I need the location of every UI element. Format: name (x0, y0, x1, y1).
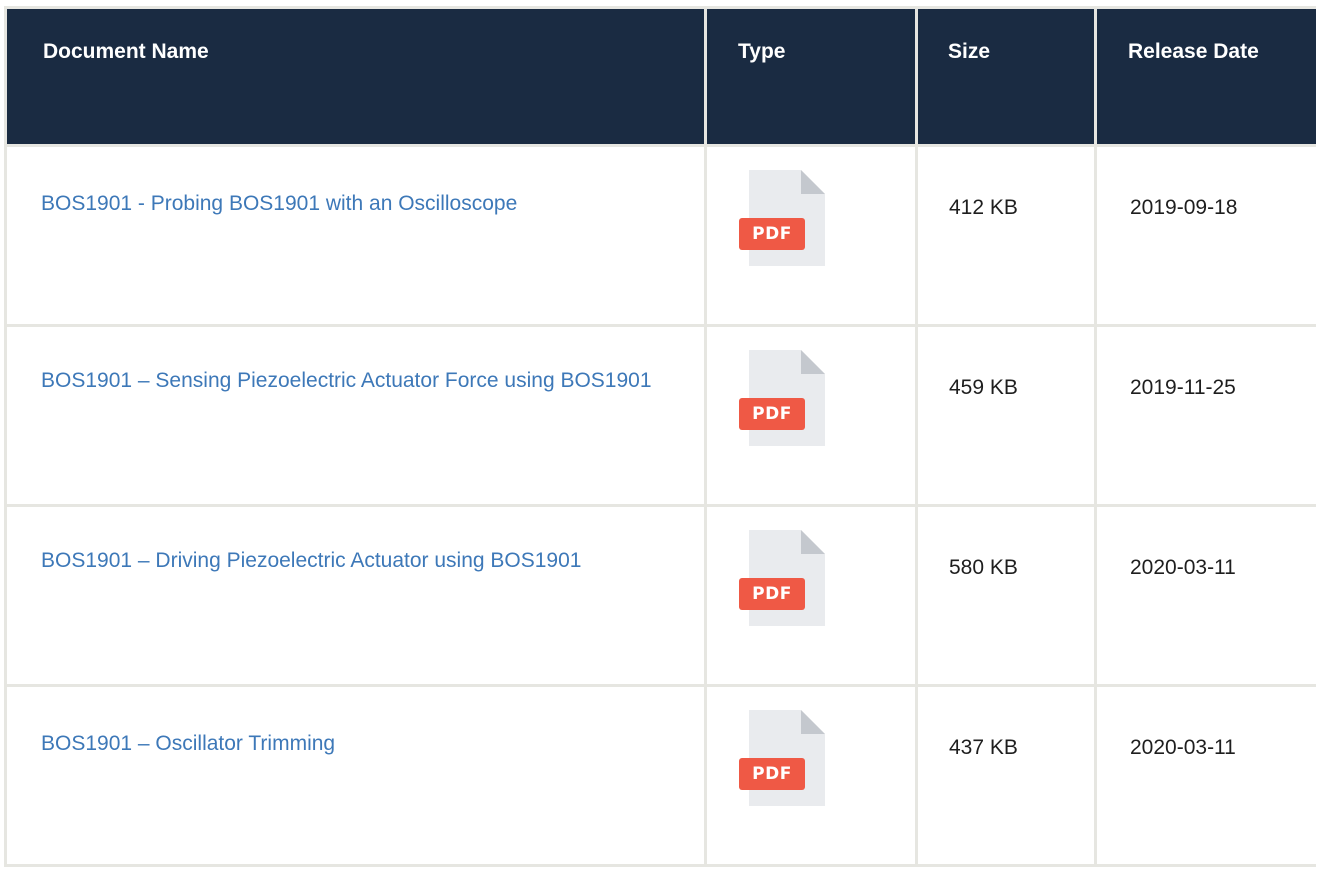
header-row: Document Name Type Size Release Date (4, 6, 1316, 147)
pdf-file-icon[interactable]: PDF (735, 530, 825, 626)
cell-size: 412 KB (915, 144, 1097, 327)
documents-table-container: Document Name Type Size Release Date BOS… (4, 6, 1316, 892)
pdf-badge: PDF (739, 758, 805, 790)
table-row: BOS1901 - Probing BOS1901 with an Oscill… (4, 144, 1316, 327)
column-header-release-date: Release Date (1094, 6, 1316, 147)
table-row: BOS1901 – Driving Piezoelectric Actuator… (4, 504, 1316, 687)
cell-document-name: BOS1901 – Oscillator Trimming (4, 684, 707, 867)
cell-size: 580 KB (915, 504, 1097, 687)
cell-document-name: BOS1901 – Driving Piezoelectric Actuator… (4, 504, 707, 687)
cell-document-name: BOS1901 - Probing BOS1901 with an Oscill… (4, 144, 707, 327)
cell-release-date: 2019-11-25 (1094, 324, 1316, 507)
pdf-file-icon[interactable]: PDF (735, 350, 825, 446)
cell-size: 437 KB (915, 684, 1097, 867)
cell-type: PDF (704, 144, 918, 327)
column-header-type: Type (704, 6, 918, 147)
pdf-badge: PDF (739, 578, 805, 610)
cell-release-date: 2020-03-11 (1094, 504, 1316, 687)
table-row: BOS1901 – Sensing Piezoelectric Actuator… (4, 324, 1316, 507)
document-link[interactable]: BOS1901 – Sensing Piezoelectric Actuator… (41, 361, 664, 400)
pdf-badge: PDF (739, 218, 805, 250)
cell-size: 459 KB (915, 324, 1097, 507)
column-header-document-name: Document Name (4, 6, 707, 147)
cell-type: PDF (704, 324, 918, 507)
pdf-file-icon[interactable]: PDF (735, 710, 825, 806)
column-header-size: Size (915, 6, 1097, 147)
table-body: BOS1901 - Probing BOS1901 with an Oscill… (4, 144, 1316, 867)
documents-table: Document Name Type Size Release Date BOS… (4, 6, 1316, 867)
table-row: BOS1901 – Oscillator Trimming PDF 437 KB… (4, 684, 1316, 867)
document-link[interactable]: BOS1901 – Driving Piezoelectric Actuator… (41, 541, 664, 580)
document-link[interactable]: BOS1901 - Probing BOS1901 with an Oscill… (41, 184, 664, 223)
cell-type: PDF (704, 504, 918, 687)
pdf-file-icon[interactable]: PDF (735, 170, 825, 266)
cell-document-name: BOS1901 – Sensing Piezoelectric Actuator… (4, 324, 707, 507)
cell-type: PDF (704, 684, 918, 867)
cell-release-date: 2020-03-11 (1094, 684, 1316, 867)
document-link[interactable]: BOS1901 – Oscillator Trimming (41, 724, 664, 763)
cell-release-date: 2019-09-18 (1094, 144, 1316, 327)
table-header: Document Name Type Size Release Date (4, 6, 1316, 147)
pdf-badge: PDF (739, 398, 805, 430)
